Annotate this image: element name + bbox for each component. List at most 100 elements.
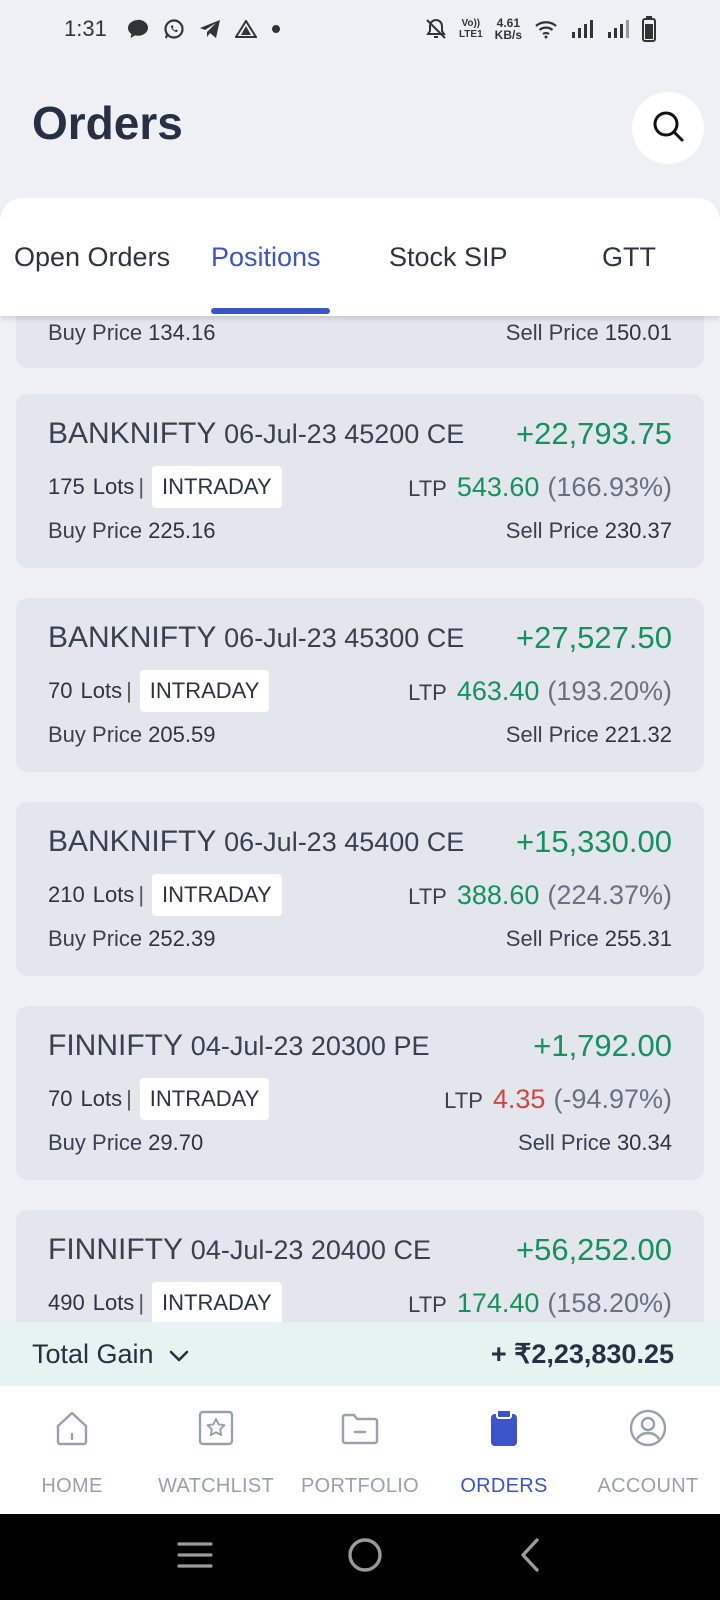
home-icon (52, 1408, 92, 1453)
portfolio-icon (340, 1408, 380, 1453)
signal-icon-sim1 (570, 19, 594, 39)
buy-price: Buy Price 252.39 (48, 926, 215, 952)
lots-label: Lots (92, 882, 135, 907)
total-gain-value: + ₹2,23,830.25 (490, 1338, 674, 1369)
divider: | (138, 882, 145, 907)
lots-count: 70 (48, 1086, 73, 1111)
price-row: Buy Price 134.16 Sell Price 150.01 (48, 320, 672, 346)
page-title: Orders (32, 97, 183, 149)
tab-open-orders[interactable]: Open Orders (14, 242, 170, 273)
search-icon (650, 108, 686, 149)
ltp-change: (158.20%) (547, 1287, 672, 1318)
chevron-down-icon (168, 1339, 190, 1370)
menu-icon[interactable] (175, 1539, 215, 1576)
position-pnl: +1,792.00 (533, 1028, 672, 1063)
sell-price-label: Sell Price (505, 926, 599, 951)
symbol-name: BANKNIFTY (48, 621, 216, 654)
symbol: FINNIFTY 04-Jul-23 20400 CE (48, 1233, 431, 1267)
net-speed: 4.61 KB/s (495, 17, 522, 41)
buy-price-value: 29.70 (148, 1130, 204, 1155)
total-gain-toggle[interactable]: Total Gain (32, 1339, 190, 1370)
tab-gtt[interactable]: GTT (602, 242, 656, 273)
position-card[interactable]: BANKNIFTY 06-Jul-23 45200 CE +22,793.75 … (16, 394, 704, 568)
sell-price-label: Sell Price (505, 320, 599, 345)
symbol: BANKNIFTY 06-Jul-23 45400 CE (48, 825, 464, 859)
buy-price-value: 252.39 (148, 926, 216, 951)
position-card[interactable]: BANKNIFTY 06-Jul-23 45300 CE +27,527.50 … (16, 598, 704, 772)
ltp-change: (193.20%) (547, 675, 672, 706)
ltp-value: 463.40 (456, 675, 540, 706)
net-speed-unit: KB/s (494, 28, 522, 42)
sell-price: Sell Price 230.37 (506, 518, 672, 544)
lots-count: 175 (48, 474, 85, 499)
sell-price: Sell Price 255.31 (506, 926, 672, 952)
lots-label: Lots (80, 1086, 123, 1111)
symbol-row: FINNIFTY 04-Jul-23 20400 CE +56,252.00 (48, 1232, 672, 1268)
home-circle-icon[interactable] (346, 1536, 384, 1579)
buy-price-value: 205.59 (148, 722, 216, 747)
tab-positions[interactable]: Positions (211, 242, 321, 273)
buy-price-label: Buy Price (48, 926, 143, 951)
symbol-name: FINNIFTY (48, 1233, 183, 1266)
sell-price-label: Sell Price (505, 722, 599, 747)
status-left: 1:31 (64, 16, 281, 42)
symbol-name: BANKNIFTY (48, 417, 216, 450)
ltp-label: LTP (408, 679, 447, 705)
buy-price-label: Buy Price (48, 722, 143, 747)
nav-home-label: HOME (41, 1475, 103, 1497)
lots-row: 175 Lots | INTRADAY LTP 543.60 (166.93%) (48, 466, 672, 508)
ltp-info: LTP 174.40 (158.20%) (408, 1288, 672, 1319)
ltp-label: LTP (444, 1087, 483, 1113)
lots-label: Lots (80, 678, 123, 703)
positions-list[interactable]: Buy Price 134.16 Sell Price 150.01 BANKNIF… (0, 316, 720, 1322)
buy-price: Buy Price 205.59 (48, 722, 215, 748)
nav-watchlist[interactable]: WATCHLIST (144, 1386, 288, 1514)
status-bar: 1:31 Vo)) LTE1 4.61 KB/s (0, 0, 720, 58)
lots-info: 210 Lots | INTRADAY (48, 874, 282, 916)
system-navigation-bar (0, 1514, 720, 1600)
price-row: Buy Price 252.39 Sell Price 255.31 (48, 926, 672, 952)
ltp-value: 388.60 (456, 879, 540, 910)
ltp-label: LTP (408, 1291, 447, 1317)
sell-price: Sell Price 150.01 (506, 320, 672, 346)
ltp-label: LTP (408, 475, 447, 501)
product-type-badge: INTRADAY (152, 1282, 282, 1322)
ltp-change: (166.93%) (547, 471, 672, 502)
lots-count: 70 (48, 678, 73, 703)
app-notification-icon (234, 20, 257, 38)
divider: | (138, 1290, 145, 1315)
orders-icon (484, 1408, 524, 1453)
nav-orders-label: ORDERS (460, 1475, 548, 1497)
position-card[interactable]: FINNIFTY 04-Jul-23 20400 CE +56,252.00 4… (16, 1210, 704, 1322)
telegram-icon (199, 19, 221, 39)
symbol-row: BANKNIFTY 06-Jul-23 45200 CE +22,793.75 (48, 416, 672, 452)
wifi-icon (534, 19, 558, 39)
sell-price-value: 230.37 (604, 518, 672, 543)
total-gain-bar[interactable]: Total Gain + ₹2,23,830.25 (0, 1322, 720, 1386)
position-card[interactable]: Buy Price 134.16 Sell Price 150.01 (16, 316, 704, 368)
price-row: Buy Price 225.16 Sell Price 230.37 (48, 518, 672, 544)
sell-price-label: Sell Price (505, 518, 599, 543)
buy-price-value: 134.16 (148, 320, 216, 345)
message-icon (127, 19, 149, 39)
divider: | (126, 678, 132, 703)
position-card[interactable]: BANKNIFTY 06-Jul-23 45400 CE +15,330.00 … (16, 802, 704, 976)
signal-icon-sim2 (606, 19, 630, 39)
lots-row: 490 Lots | INTRADAY LTP 174.40 (158.20%) (48, 1282, 672, 1322)
lots-count: 210 (48, 882, 85, 907)
sell-price: Sell Price 221.32 (506, 722, 672, 748)
symbol-detail: 04-Jul-23 20400 CE (190, 1235, 431, 1265)
active-tab-indicator (211, 308, 330, 314)
back-icon[interactable] (515, 1536, 545, 1579)
ltp-info: LTP 388.60 (224.37%) (408, 880, 672, 911)
sell-price-value: 221.32 (604, 722, 672, 747)
nav-portfolio[interactable]: PORTFOLIO (288, 1386, 432, 1514)
volte-bottom: LTE1 (458, 29, 483, 40)
symbol: BANKNIFTY 06-Jul-23 45300 CE (48, 621, 464, 655)
search-button[interactable] (632, 92, 704, 164)
nav-home[interactable]: HOME (0, 1386, 144, 1514)
nav-account[interactable]: ACCOUNT (576, 1386, 720, 1514)
position-card[interactable]: FINNIFTY 04-Jul-23 20300 PE +1,792.00 70… (16, 1006, 704, 1180)
nav-orders[interactable]: ORDERS (432, 1386, 576, 1514)
tab-stock-sip[interactable]: Stock SIP (389, 242, 508, 273)
